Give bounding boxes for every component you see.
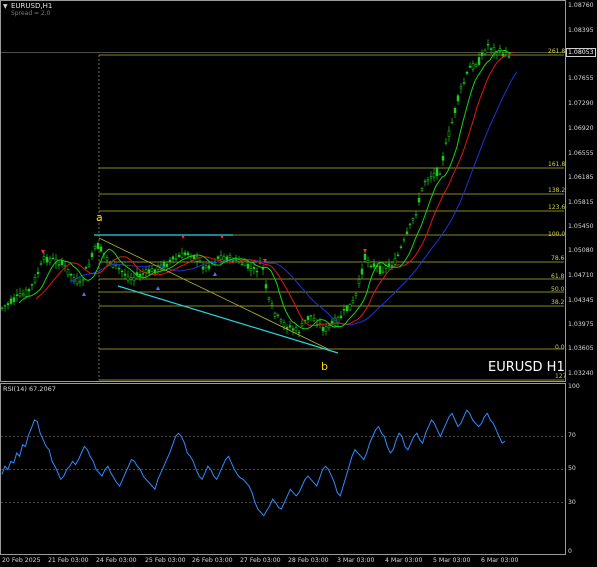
time-tick: 27 Feb 03:00 bbox=[240, 557, 281, 564]
rsi-scale-tick: 0 bbox=[568, 548, 572, 555]
time-tick: 20 Feb 2025 bbox=[2, 557, 41, 564]
time-tick: 4 Mar 03:00 bbox=[385, 557, 423, 564]
rsi-scale-tick: 100 bbox=[568, 383, 580, 390]
time-tick: 25 Feb 03:00 bbox=[145, 557, 186, 564]
time-tick: 24 Feb 03:00 bbox=[96, 557, 137, 564]
time-tick: 21 Feb 03:00 bbox=[48, 557, 89, 564]
time-tick: 28 Feb 03:00 bbox=[288, 557, 329, 564]
time-tick: 3 Mar 03:00 bbox=[337, 557, 375, 564]
rsi-scale-tick: 30 bbox=[568, 499, 576, 506]
time-tick: 6 Mar 03:00 bbox=[481, 557, 519, 564]
rsi-indicator-label: RSI(14) 67.2067 bbox=[3, 385, 56, 393]
time-tick: 26 Feb 03:00 bbox=[192, 557, 233, 564]
time-tick: 5 Mar 03:00 bbox=[433, 557, 471, 564]
rsi-line bbox=[1, 409, 506, 517]
rsi-chart[interactable] bbox=[0, 0, 597, 567]
rsi-scale-tick: 50 bbox=[568, 465, 576, 472]
rsi-scale-tick: 70 bbox=[568, 432, 576, 439]
